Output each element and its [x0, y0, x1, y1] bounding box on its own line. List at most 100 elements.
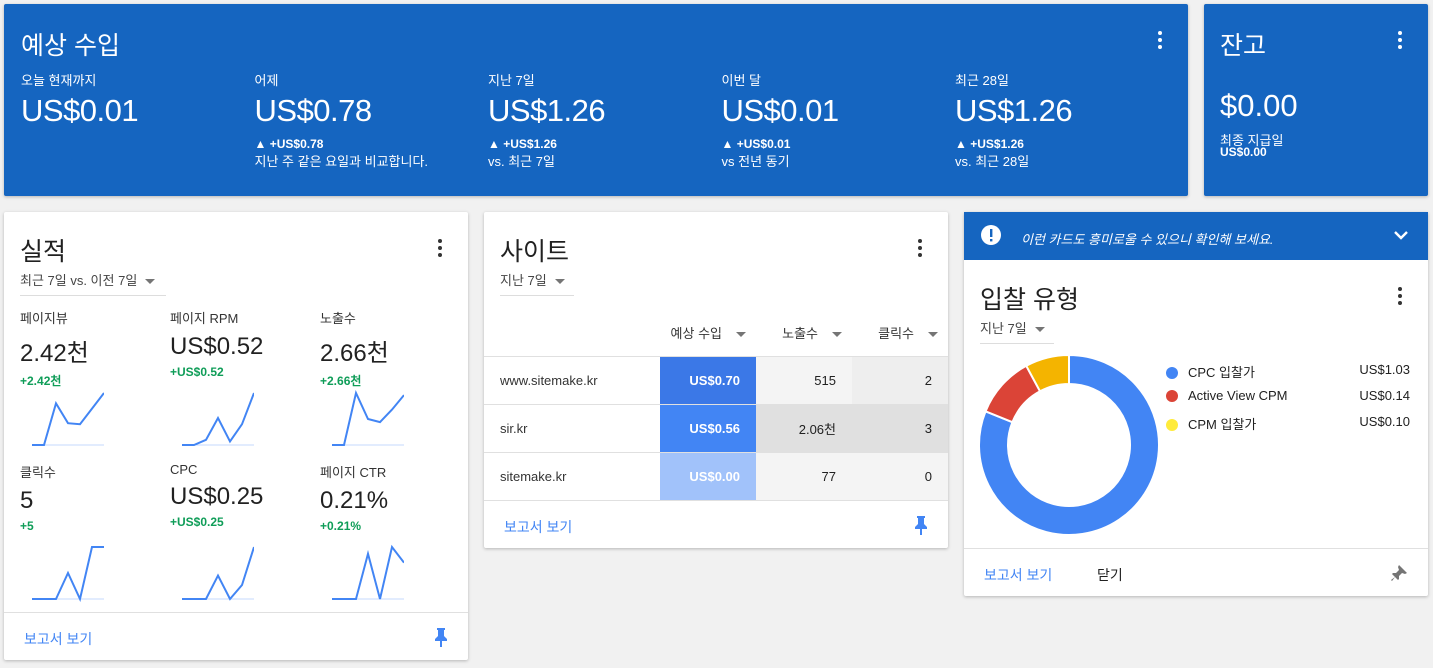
- legend-dot-icon: [1166, 390, 1178, 402]
- metric-tile[interactable]: CPC US$0.25 +US$0.25: [170, 462, 310, 529]
- pin-icon[interactable]: [434, 627, 448, 647]
- performance-more-icon[interactable]: [428, 236, 452, 260]
- balance-more-icon[interactable]: [1388, 28, 1412, 52]
- impressions-cell: 515: [756, 356, 852, 405]
- sparkline-line: [32, 546, 104, 602]
- clicks-cell: 0: [852, 452, 948, 501]
- legend-dot-icon: [1166, 419, 1178, 431]
- metric-tile[interactable]: 노출수 2.66천 +2.66천: [320, 308, 460, 389]
- view-report-link[interactable]: 보고서 보기: [984, 565, 1052, 585]
- pin-icon[interactable]: [1390, 564, 1408, 582]
- earnings-cell: US$0.00: [660, 452, 756, 501]
- earnings-cell: US$0.56: [660, 404, 756, 453]
- metric-tile[interactable]: 페이지 RPM US$0.52 +US$0.52: [170, 308, 310, 379]
- stat-comparison: 지난 주 같은 요일과 비교합니다.: [254, 154, 429, 169]
- view-report-link[interactable]: 보고서 보기: [504, 517, 572, 537]
- chevron-down-icon[interactable]: [1394, 230, 1408, 240]
- balance-card: 잔고 $0.00 최종 지급일 US$0.00: [1204, 4, 1428, 196]
- sparkline-line: [32, 392, 104, 446]
- earnings-more-icon[interactable]: [1148, 28, 1172, 52]
- table-row[interactable]: sitemake.kr US$0.00 77 0: [484, 452, 948, 501]
- metric-value: 2.66천: [320, 340, 389, 367]
- legend-item: CPM 입찰가 US$0.10: [1166, 414, 1410, 433]
- column-earnings[interactable]: 예상 수입: [660, 310, 756, 357]
- bid-more-icon[interactable]: [1388, 284, 1412, 308]
- metric-value: 0.21%: [320, 487, 389, 514]
- legend-value: US$0.14: [1359, 388, 1410, 403]
- performance-title: 실적: [20, 238, 67, 266]
- metric-tile[interactable]: 클릭수 5 +5: [20, 462, 160, 533]
- metric-label: CPC: [170, 462, 198, 477]
- table-row[interactable]: www.sitemake.kr US$0.70 515 2: [484, 356, 948, 405]
- sites-footer: 보고서 보기: [484, 500, 948, 548]
- stat-label: 어제: [254, 73, 279, 88]
- earnings-stat: 이번 달 US$0.01 ▲ +US$0.01 vs 전년 동기: [722, 70, 942, 170]
- column-clicks[interactable]: 클릭수: [852, 310, 948, 357]
- stat-delta: ▲ +US$0.78: [254, 137, 324, 151]
- stat-comparison: vs. 최근 28일: [955, 154, 1030, 169]
- sparkline-chart: [332, 544, 404, 600]
- stat-delta: ▲ +US$0.01: [721, 137, 791, 151]
- performance-card: 실적 최근 7일 vs. 이전 7일 페이지뷰 2.42천 +2.42천 페이지 RP…: [4, 212, 468, 660]
- sites-range-select[interactable]: 지난 7일: [500, 270, 574, 296]
- metric-value: US$0.52: [170, 333, 264, 360]
- stat-delta: ▲ +US$1.26: [488, 137, 557, 151]
- sparkline-line: [182, 546, 254, 601]
- legend-label: CPC 입찰가: [1188, 365, 1255, 380]
- legend-label: CPM 입찰가: [1188, 417, 1257, 432]
- earnings-stat: 최근 28일 US$1.26 ▲ +US$1.26 vs. 최근 28일: [955, 70, 1175, 170]
- sites-more-icon[interactable]: [908, 236, 932, 260]
- metric-label: 클릭수: [20, 465, 56, 480]
- metric-label: 페이지 RPM: [170, 311, 239, 326]
- earnings-title: 예상 수입: [21, 32, 120, 60]
- site-name[interactable]: www.sitemake.kr: [484, 356, 660, 405]
- metric-delta: +2.42천: [20, 374, 62, 388]
- metric-tile[interactable]: 페이지 CTR 0.21% +0.21%: [320, 462, 460, 533]
- stat-delta: ▲ +US$1.26: [955, 137, 1024, 151]
- bid-type-card: 이런 카드도 흥미로울 수 있으니 확인해 보세요. 입찰 유형 지난 7일 보…: [964, 212, 1428, 596]
- stat-value: US$1.26: [488, 93, 606, 128]
- column-impressions[interactable]: 노출수: [756, 310, 852, 357]
- earnings-card: 예상 수입 오늘 현재까지 US$0.01 어제 US$0.78 ▲ +US$0.78 지…: [4, 4, 1188, 196]
- range-label: 지난 7일: [500, 273, 547, 288]
- view-report-link[interactable]: 보고서 보기: [24, 629, 92, 649]
- clicks-cell: 3: [852, 404, 948, 453]
- performance-range-select[interactable]: 최근 7일 vs. 이전 7일: [20, 270, 166, 296]
- dropdown-arrow-icon: [554, 279, 565, 285]
- bid-type-donut-chart: [978, 354, 1160, 536]
- sparkline-line: [182, 392, 254, 446]
- legend-item: Active View CPM US$0.14: [1166, 388, 1410, 403]
- legend-label: Active View CPM: [1188, 388, 1288, 403]
- site-name[interactable]: sitemake.kr: [484, 452, 660, 501]
- stat-label: 지난 7일: [488, 73, 535, 88]
- balance-value: $0.00: [1220, 88, 1298, 123]
- table-row[interactable]: sir.kr US$0.56 2.06천 3: [484, 404, 948, 453]
- sparkline-chart: [182, 546, 254, 601]
- alert-badge-icon: [981, 225, 1001, 245]
- site-name[interactable]: sir.kr: [484, 404, 660, 453]
- clicks-cell: 2: [852, 356, 948, 405]
- balance-amount: US$0.00: [1220, 145, 1267, 159]
- metric-delta: +2.66천: [320, 374, 362, 388]
- sites-card: 사이트 지난 7일 예상 수입 노출수 클릭수 www.sitemake.kr U…: [484, 212, 948, 548]
- dismiss-link[interactable]: 닫기: [1097, 565, 1123, 585]
- stat-comparison: vs. 최근 7일: [488, 154, 555, 169]
- stat-value: US$1.26: [955, 93, 1073, 128]
- legend-dot-icon: [1166, 367, 1178, 379]
- metric-tile[interactable]: 페이지뷰 2.42천 +2.42천: [20, 308, 160, 389]
- sparkline-chart: [182, 392, 254, 446]
- sparkline-chart: [32, 546, 104, 602]
- metric-delta: +0.21%: [320, 519, 362, 533]
- bid-range-select[interactable]: 지난 7일: [980, 318, 1054, 344]
- suggestion-banner[interactable]: 이런 카드도 흥미로울 수 있으니 확인해 보세요.: [964, 212, 1428, 260]
- pin-icon[interactable]: [914, 515, 928, 535]
- metric-value: US$0.25: [170, 483, 264, 510]
- stat-label: 이번 달: [721, 73, 762, 88]
- sparkline-chart: [332, 390, 404, 446]
- metric-delta: +US$0.25: [170, 515, 224, 529]
- range-label: 최근 7일 vs. 이전 7일: [20, 273, 138, 288]
- legend-value: US$1.03: [1359, 362, 1410, 377]
- range-label: 지난 7일: [980, 321, 1027, 336]
- banner-text: 이런 카드도 흥미로울 수 있으니 확인해 보세요.: [1021, 232, 1274, 247]
- impressions-cell: 77: [756, 452, 852, 501]
